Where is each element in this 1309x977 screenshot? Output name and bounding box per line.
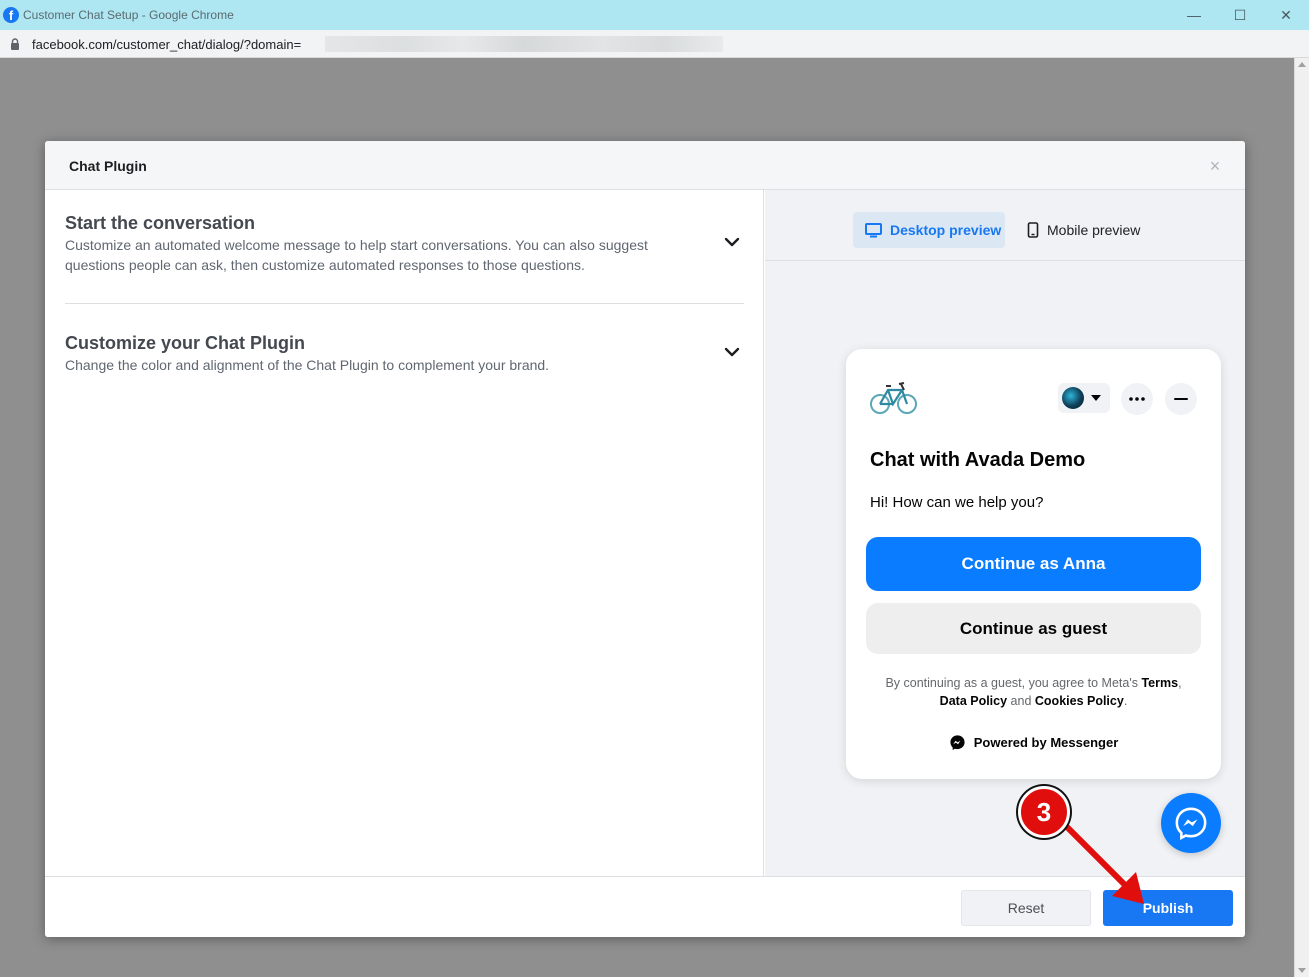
redacted-domain bbox=[325, 36, 723, 52]
section-start-conversation[interactable]: Start the conversation Customize an auto… bbox=[65, 212, 744, 304]
powered-by-messenger: Powered by Messenger bbox=[846, 734, 1221, 751]
avatar bbox=[1062, 387, 1084, 409]
more-options-button[interactable] bbox=[1121, 383, 1153, 415]
bicycle-logo-icon bbox=[870, 382, 917, 414]
chat-greeting: Hi! How can we help you? bbox=[870, 494, 1044, 511]
settings-pane: Start the conversation Customize an auto… bbox=[45, 190, 764, 876]
lock-icon bbox=[11, 38, 19, 50]
browser-title-bar: f Customer Chat Setup - Google Chrome — … bbox=[0, 0, 1309, 30]
cookies-policy-link[interactable]: Cookies Policy bbox=[1035, 694, 1124, 708]
close-window-button[interactable]: ✕ bbox=[1263, 0, 1309, 30]
tab-label: Desktop preview bbox=[890, 222, 1002, 238]
section-description: Customize an automated welcome message t… bbox=[65, 237, 648, 273]
messenger-chat-button[interactable] bbox=[1161, 793, 1221, 853]
dialog-title: Chat Plugin bbox=[69, 158, 147, 174]
tab-mobile-preview[interactable]: Mobile preview bbox=[1021, 212, 1161, 248]
tab-desktop-preview[interactable]: Desktop preview bbox=[853, 212, 1005, 248]
legal-prefix: By continuing as a guest, you agree to M… bbox=[885, 676, 1138, 690]
facebook-favicon-icon: f bbox=[3, 7, 19, 23]
desktop-icon bbox=[865, 222, 882, 237]
chevron-down-icon[interactable] bbox=[724, 344, 740, 360]
address-bar[interactable]: facebook.com/customer_chat/dialog/?domai… bbox=[0, 30, 1309, 58]
caret-down-icon bbox=[1091, 395, 1101, 401]
mobile-icon bbox=[1027, 222, 1039, 238]
section-title: Customize your Chat Plugin bbox=[65, 333, 306, 353]
messenger-icon bbox=[950, 735, 965, 750]
powered-by-label: Powered by Messenger bbox=[973, 735, 1119, 750]
continue-as-user-button[interactable]: Continue as Anna bbox=[866, 537, 1201, 591]
chevron-down-icon[interactable] bbox=[724, 234, 740, 250]
minimize-window-button[interactable]: — bbox=[1171, 0, 1217, 30]
guest-legal-notice: By continuing as a guest, you agree to M… bbox=[885, 676, 1182, 708]
close-dialog-button[interactable]: × bbox=[1205, 156, 1225, 176]
data-policy-link[interactable]: Data Policy bbox=[940, 694, 1007, 708]
step-number-badge: 3 bbox=[1018, 786, 1070, 838]
maximize-window-button[interactable]: ☐ bbox=[1217, 0, 1263, 30]
continue-as-guest-button[interactable]: Continue as guest bbox=[866, 603, 1201, 654]
messenger-icon bbox=[1175, 807, 1207, 840]
minimize-chat-button[interactable] bbox=[1165, 383, 1197, 415]
tab-label: Mobile preview bbox=[1047, 222, 1141, 238]
section-customize-chat-plugin[interactable]: Customize your Chat Plugin Change the co… bbox=[65, 332, 744, 392]
scroll-up-arrow-icon[interactable] bbox=[1298, 62, 1306, 67]
window-title: Customer Chat Setup - Google Chrome bbox=[23, 8, 234, 22]
legal-and: and bbox=[1010, 694, 1032, 708]
terms-link[interactable]: Terms bbox=[1141, 676, 1178, 690]
section-description: Change the color and alignment of the Ch… bbox=[65, 357, 550, 373]
section-title: Start the conversation bbox=[65, 213, 256, 233]
ellipsis-icon bbox=[1129, 397, 1145, 401]
minus-icon bbox=[1174, 398, 1188, 400]
preview-pane: Desktop preview Mobile preview Chat with… bbox=[765, 190, 1245, 876]
dialog-header: Chat Plugin × bbox=[45, 141, 1245, 190]
page-scrollbar[interactable] bbox=[1294, 58, 1309, 977]
account-switcher[interactable] bbox=[1058, 383, 1110, 413]
chat-title: Chat with Avada Demo bbox=[870, 449, 1086, 471]
chat-preview-card: Chat with Avada Demo Hi! How can we help… bbox=[846, 349, 1221, 779]
url-text[interactable]: facebook.com/customer_chat/dialog/?domai… bbox=[32, 37, 301, 52]
scroll-down-arrow-icon[interactable] bbox=[1298, 968, 1306, 973]
preview-tabs: Desktop preview Mobile preview bbox=[765, 190, 1245, 261]
